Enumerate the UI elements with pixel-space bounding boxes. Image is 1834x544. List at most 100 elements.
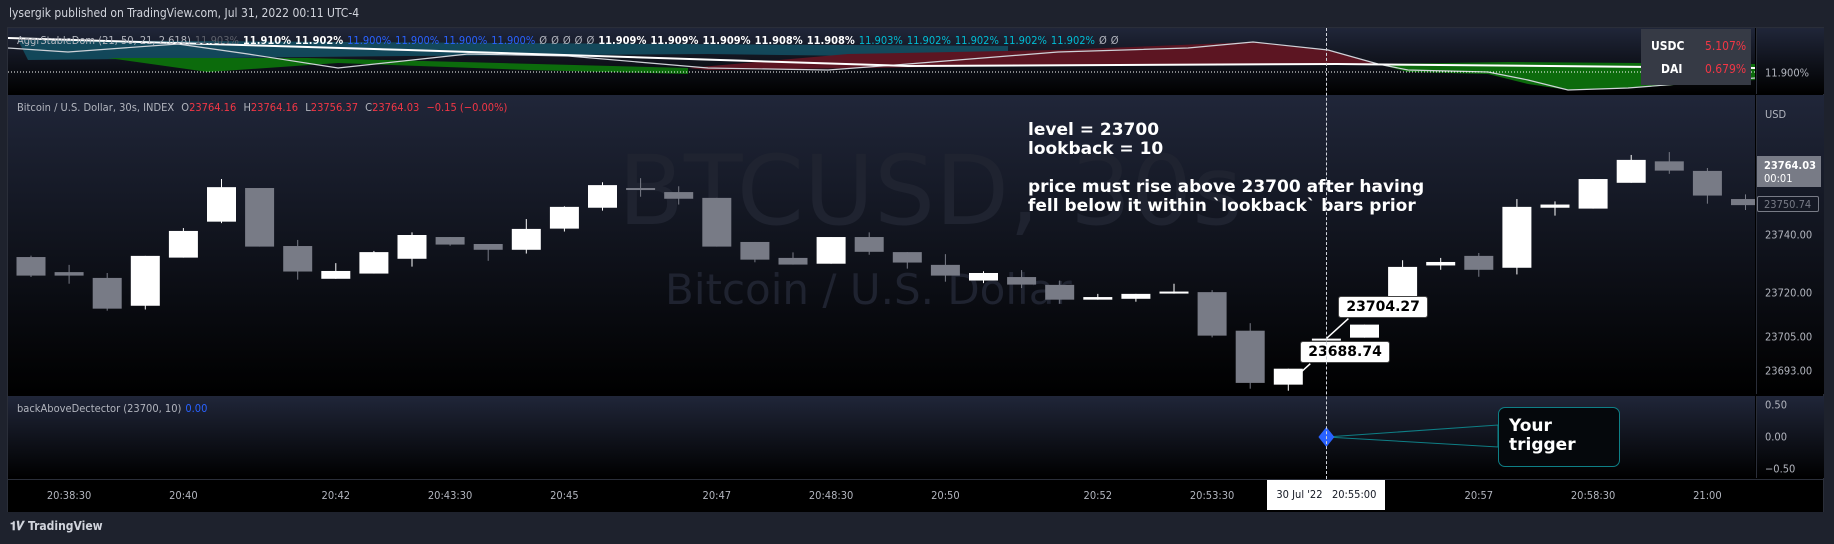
time-tick-label: 20:42 [321,489,351,502]
time-tick-label: 20:52 [1083,489,1113,502]
candle-body [473,243,503,250]
back-above-detector-pane[interactable]: backAboveDectector (23700, 10) 0.00 Your … [8,396,1755,478]
candle-body [1731,199,1755,206]
candle [435,237,465,246]
candle [1350,324,1379,338]
aggr-value: 11.902% [954,34,999,47]
candle-body [1578,179,1608,209]
candle-body [1616,159,1646,183]
candle-body [1464,255,1494,270]
candle [702,197,732,247]
candle [1159,283,1189,294]
crosshair-time-label: 30 Jul '22 20:55:00 [1267,480,1386,510]
detector-axis-zero: 0.00 [1765,430,1788,444]
currency-label: USD [1765,108,1787,121]
detector-axis[interactable]: 0.50 0.00 −0.50 [1756,396,1824,478]
aggr-value: 11.903% [194,34,239,47]
candle [1731,194,1755,211]
price-tick-label: 23693.00 [1765,364,1813,378]
candle [1273,368,1303,391]
candle [130,255,160,310]
candle-body [549,206,579,229]
last-price: 23764.03 [1764,159,1816,173]
note-level: level = 23700 [1028,120,1160,140]
time-tick-label: 20:58:30 [1570,489,1616,502]
aggr-value: 11.903% [858,34,903,47]
candle-body [702,197,732,247]
candle [816,237,846,264]
aggr-value: 11.900% [347,34,392,47]
top-axis-label: 11.900% [1765,66,1810,80]
aggr-value: Ø [1098,34,1107,47]
candle-body [1654,161,1684,171]
time-tick-label: 20:45 [550,489,579,502]
candle-body [1235,330,1265,383]
price-pane[interactable]: BTCUSD, 30s Bitcoin / U.S. Dollar Bitcoi… [8,95,1755,394]
note-rule-line1: price must rise above 23700 after having [1028,177,1425,197]
tooltip-usdc-value: 5.107% [1705,39,1747,53]
price-tick-label: 23705.00 [1765,330,1813,343]
candle [397,232,427,267]
aggr-value: 11.909% [650,34,699,47]
time-tick-label: 20:48:30 [808,489,854,502]
aggr-value: 11.910% [242,34,292,47]
candle [626,178,656,197]
chart-frame: AggrStableDom (21, 50, 21, 2.618) 11.903%… [7,27,1824,512]
candle [1083,293,1113,300]
candle [92,272,122,311]
candle [245,188,275,247]
price-label-trigger: 23704.27 [1338,295,1428,318]
candle-body [626,188,656,191]
candle-body [664,192,694,199]
candle [549,206,579,232]
candle-body [1502,206,1532,268]
time-tick-label: 20:57 [1464,489,1494,502]
candle-body [1159,291,1189,294]
candle-body [1350,324,1379,338]
callout-pointer [1326,424,1499,448]
tooltip-usdc-name: USDC [1651,39,1685,53]
price-label-low: 23688.74 [1300,340,1390,363]
time-tick-label: 21:00 [1693,489,1722,502]
indicator-name: AggrStableDom (21, 50, 21, 2.618) [17,34,191,47]
candle [1464,252,1494,277]
time-axis[interactable]: 20:38:30 20:40 20:42 20:43:30 20:45 20:47 20:4… [8,479,1823,512]
aggr-value: 11.902% [1002,34,1047,47]
candle-body [16,257,46,276]
candle [473,243,503,261]
candle [1426,257,1456,270]
aggr-value: 11.902% [295,34,344,47]
candle-body [54,272,84,276]
candle-body [854,237,884,252]
crosshair-vertical-line [1326,28,1328,479]
candle [1578,179,1608,209]
candle-body [359,252,389,274]
candle-body [168,230,198,258]
time-tick-label: 20:43:30 [427,489,473,502]
candle [321,263,351,279]
time-tick-label: 20:53:30 [1189,489,1235,502]
tradingview-logo[interactable]: 𝟏𝑽 TradingView [10,519,103,534]
candle [1692,168,1722,204]
candle-body [1007,277,1037,285]
candle [930,254,960,282]
price-tick-label: 23740.00 [1765,228,1813,242]
candle [778,252,808,265]
candle [588,182,617,211]
candle [1388,260,1418,297]
candle-body [245,188,275,247]
price-axis[interactable]: USD 23764.03 00:01 23750.74 23740.00 2372… [1756,95,1824,413]
candle [969,271,998,284]
candle [283,239,313,280]
candle-body [283,246,313,272]
candle-body [435,237,465,245]
aggr-stable-dom-pane[interactable]: AggrStableDom (21, 50, 21, 2.618) 11.903%… [8,28,1755,94]
tradingview-logo-icon: 𝟏𝑽 [10,519,25,533]
top-pane-axis[interactable]: 11.900% [1756,28,1824,94]
candle-body [1083,297,1113,300]
detector-axis-bottom: −0.50 [1765,462,1796,476]
candle-body [1197,292,1227,336]
detector-axis-top: 0.50 [1765,398,1788,412]
publisher-header: lysergik published on TradingView.com, J… [9,6,360,20]
candle [1045,280,1075,304]
